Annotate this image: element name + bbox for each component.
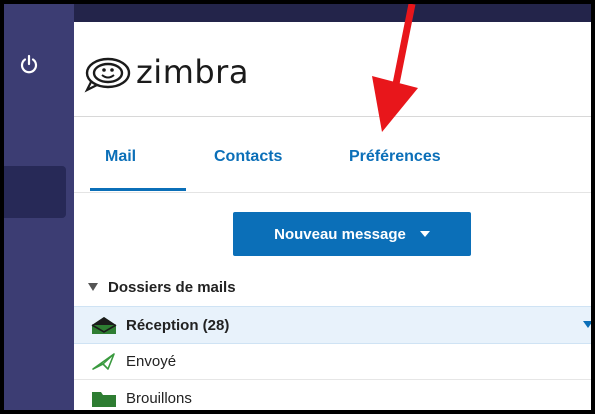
new-message-label: Nouveau message <box>274 225 406 243</box>
power-icon[interactable] <box>16 52 42 78</box>
tabs-divider <box>74 192 591 193</box>
tab-preferences[interactable]: Préférences <box>349 148 441 166</box>
app-tabs: Mail Contacts Préférences <box>74 122 591 192</box>
tab-mail[interactable]: Mail <box>105 148 136 166</box>
mail-folders-header[interactable]: Dossiers de mails <box>74 274 591 300</box>
folder-sent[interactable]: Envoyé <box>74 343 591 380</box>
folder-drafts-label: Brouillons <box>126 389 192 407</box>
app-window: zimbra Mail Contacts Préférences Nouveau… <box>0 0 595 414</box>
inbox-envelope-icon <box>90 315 118 335</box>
folder-menu-caret-icon[interactable] <box>583 321 591 328</box>
folder-icon <box>90 388 118 408</box>
red-arrow-annotation <box>364 4 444 139</box>
header-divider <box>74 116 591 117</box>
mail-folders-label: Dossiers de mails <box>108 278 236 296</box>
logo-text: zimbra <box>136 53 249 91</box>
tab-contacts[interactable]: Contacts <box>214 148 282 166</box>
rail-active-item[interactable] <box>4 166 66 218</box>
folder-inbox[interactable]: Réception (28) <box>74 306 591 344</box>
left-rail <box>4 4 74 410</box>
top-strip <box>74 4 591 22</box>
chevron-down-icon[interactable] <box>419 231 430 237</box>
collapse-triangle-icon[interactable] <box>88 283 98 291</box>
new-message-button[interactable]: Nouveau message <box>233 212 471 256</box>
folder-drafts[interactable]: Brouillons <box>74 380 591 410</box>
active-tab-indicator <box>90 188 186 191</box>
zimbra-logo-icon <box>83 54 135 99</box>
folder-sent-label: Envoyé <box>126 352 177 370</box>
folder-inbox-label: Réception (28) <box>126 316 230 334</box>
paper-plane-icon <box>90 351 118 371</box>
